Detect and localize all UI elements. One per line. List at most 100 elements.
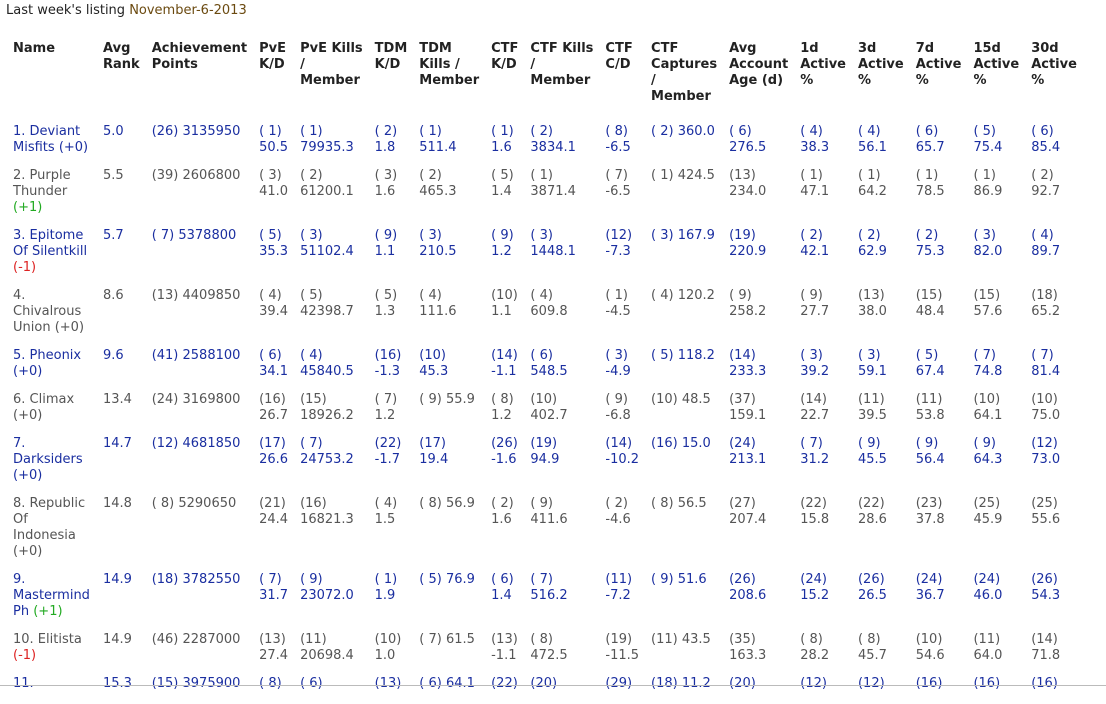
- ctf-kd-cell: ( 5) 1.4: [484, 168, 523, 228]
- stat-value: 26.6: [259, 452, 289, 467]
- stat-rank: (17): [259, 436, 286, 451]
- clan-name[interactable]: 11.: [13, 676, 34, 691]
- stat-rank: (24): [729, 436, 756, 451]
- stat-value: -1.6: [491, 452, 517, 467]
- column-header-a30: 30d Active%: [1024, 38, 1082, 124]
- a1-cell: ( 3) 39.2: [793, 348, 851, 392]
- stat-value: -1.1: [491, 648, 517, 663]
- a7-cell: (23) 37.8: [909, 496, 967, 572]
- tdm-kills-cell: ( 7) 61.5: [412, 632, 484, 676]
- stat-rank: (24): [973, 572, 1001, 587]
- stat-value: 51102.4: [300, 244, 354, 259]
- stat-rank: ( 2) 360.0: [651, 124, 715, 139]
- column-header-pve-kd: PvE K/D: [252, 38, 293, 124]
- stat-rank: ( 2): [530, 124, 553, 139]
- stat-value: 1.3: [374, 304, 396, 319]
- a30-cell: (26) 54.3: [1024, 572, 1082, 632]
- stat-value: 1.8: [374, 140, 396, 155]
- stat-rank: ( 7): [259, 572, 282, 587]
- avg-rank-cell: 14.9: [103, 632, 132, 647]
- stat-rank: (22): [491, 676, 518, 691]
- ctf-cd-cell: (14) -10.2: [598, 436, 644, 496]
- stat-value: 465.3: [419, 184, 457, 199]
- stat-value: 64.2: [857, 184, 887, 199]
- stat-value: 42398.7: [300, 304, 354, 319]
- table-row: 5. Pheonix (+0) 9.6 (41) 2588100( 6) 34.1( …: [6, 348, 1082, 392]
- age-cell: (13) 234.0: [722, 168, 793, 228]
- avg-rank-cell: 15.3: [103, 676, 132, 691]
- table-row: 6. Climax (+0) 13.4 (24) 3169800 (16) 26.7 (1…: [6, 392, 1082, 436]
- stat-rank: (26): [729, 572, 756, 587]
- stat-value: 3871.4: [530, 184, 576, 199]
- column-header-line: /: [530, 57, 536, 72]
- tdm-kills-cell: ( 5) 76.9: [412, 572, 484, 632]
- clan-name[interactable]: 3. Epitome Of Silentkill: [13, 228, 87, 259]
- stat-rank: ( 8): [605, 124, 628, 139]
- a30-cell: (25) 55.6: [1024, 496, 1082, 572]
- age-cell: ( 9) 258.2: [722, 288, 793, 348]
- achievement-points-cell: (12) 4681850: [151, 436, 241, 451]
- tdm-kd-cell: (22) -1.7: [368, 436, 413, 496]
- stat-rank: (20): [530, 676, 558, 691]
- stat-rank: ( 1): [300, 124, 323, 139]
- ctf-caps-cell: ( 4) 120.2: [644, 288, 722, 348]
- stat-value: 54.6: [915, 648, 945, 663]
- column-header-line: %: [973, 73, 987, 88]
- column-header-line: Active: [915, 57, 962, 72]
- stat-value: 1448.1: [530, 244, 576, 259]
- a30-cell: ( 4) 89.7: [1024, 228, 1082, 288]
- clan-name[interactable]: 7. Darksiders: [13, 436, 83, 467]
- stat-value: 41.0: [259, 184, 289, 199]
- tdm-kills-cell: (10) 45.3: [412, 348, 484, 392]
- stat-value: 1.1: [374, 244, 396, 259]
- clan-name[interactable]: 5. Pheonix: [13, 348, 81, 363]
- stat-value: 208.6: [729, 588, 767, 603]
- a7-cell: ( 5) 67.4: [909, 348, 967, 392]
- a30-cell: (12) 73.0: [1024, 436, 1082, 496]
- pve-kd-cell: ( 6) 34.1: [252, 348, 293, 392]
- a7-cell: (10) 54.6: [909, 632, 967, 676]
- stat-rank: (10): [973, 392, 1001, 407]
- a1-cell: ( 9) 27.7: [793, 288, 851, 348]
- stat-value: 71.8: [1031, 648, 1061, 663]
- stat-value: 38.0: [857, 304, 887, 319]
- table-row: 2. Purple Thunder (+1) 5.5 (39) 2606800 ( 3…: [6, 168, 1082, 228]
- stat-rank: ( 3): [300, 228, 323, 243]
- avg-rank-cell: 14.8: [103, 496, 132, 511]
- stat-value: -6.8: [605, 408, 631, 423]
- stat-rank: ( 9): [300, 572, 323, 587]
- table-row: 4. Chivalrous Union (+0) 8.6 (13) 4409850 (…: [6, 288, 1082, 348]
- stat-value: 50.5: [259, 140, 289, 155]
- column-header-line: Avg: [103, 41, 131, 56]
- stat-rank: (22): [857, 496, 885, 511]
- stat-rank: (35): [729, 632, 756, 647]
- stat-rank: ( 4): [259, 288, 282, 303]
- pve-kills-cell: (11) 20698.4: [293, 632, 368, 676]
- ctf-cd-cell: (19) -11.5: [598, 632, 644, 676]
- ctf-caps-cell: ( 8) 56.5: [644, 496, 722, 572]
- ctf-kills-cell: (20): [523, 676, 598, 704]
- stat-value: 78.5: [915, 184, 945, 199]
- stat-rank: ( 9): [729, 288, 752, 303]
- stat-value: 39.5: [857, 408, 887, 423]
- column-header-line: Points: [151, 57, 198, 72]
- stat-value: 38.3: [800, 140, 830, 155]
- stat-value: -4.5: [605, 304, 631, 319]
- a1-cell: ( 8) 28.2: [793, 632, 851, 676]
- stat-rank: (12): [857, 676, 885, 691]
- ctf-kd-cell: (13) -1.1: [484, 632, 523, 676]
- stat-value: 163.3: [729, 648, 767, 663]
- rank-change-badge: (+0): [13, 408, 43, 423]
- column-header-line: Active: [800, 57, 846, 72]
- column-header-a15: 15d Active%: [966, 38, 1024, 124]
- clan-name-cell: 11.: [6, 676, 96, 704]
- stat-rank: (16): [915, 676, 943, 691]
- stat-rank: ( 9): [973, 436, 996, 451]
- stat-value: -10.2: [605, 452, 640, 467]
- clan-name: 8. Republic Of Indonesia: [13, 496, 86, 543]
- stat-rank: (11): [915, 392, 943, 407]
- stat-rank: ( 6): [300, 676, 323, 691]
- stat-value: -4.6: [605, 512, 631, 527]
- clan-name-cell: 6. Climax (+0): [6, 392, 96, 436]
- stat-rank: (26): [857, 572, 885, 587]
